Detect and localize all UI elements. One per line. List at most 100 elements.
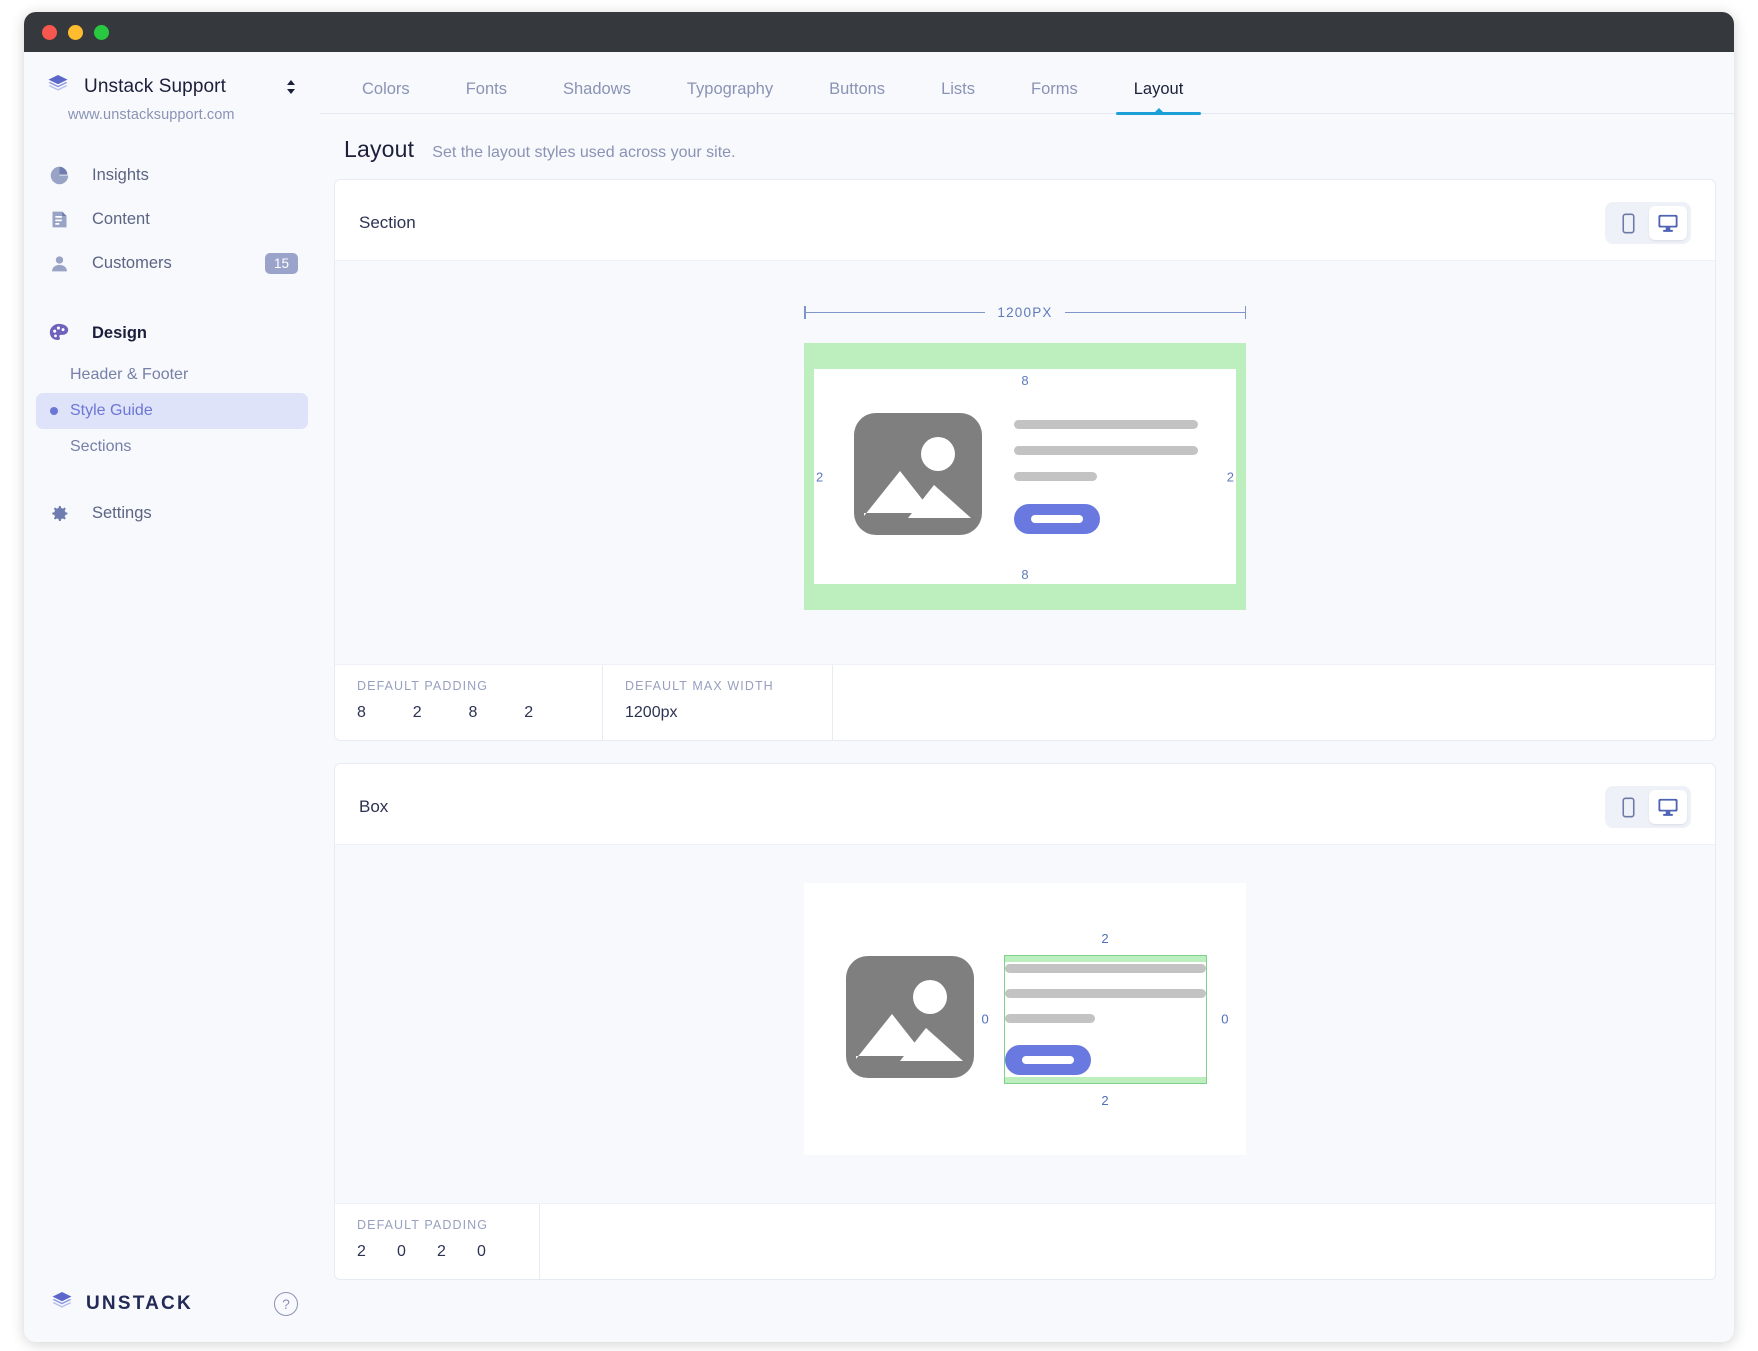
padding-label-top: 8 bbox=[1021, 373, 1028, 388]
content-scroll-area[interactable]: Layout Set the layout styles used across… bbox=[320, 114, 1734, 1342]
question-mark-icon[interactable]: ? bbox=[274, 1292, 298, 1316]
text-line-placeholder bbox=[1005, 964, 1206, 973]
sidebar-item-style-guide[interactable]: Style Guide bbox=[36, 393, 308, 429]
box-device-toggle bbox=[1605, 786, 1691, 828]
pie-chart-icon bbox=[48, 164, 70, 186]
customers-count-badge: 15 bbox=[265, 253, 298, 274]
active-indicator-dot bbox=[50, 407, 58, 415]
sidebar-item-settings[interactable]: Settings bbox=[24, 491, 320, 535]
ruler-line-left bbox=[806, 312, 986, 314]
chevron-up-down-icon[interactable] bbox=[284, 77, 298, 97]
site-url: www.unstacksupport.com bbox=[24, 101, 320, 123]
sidebar-item-label: Insights bbox=[92, 166, 149, 185]
sidebar: Unstack Support www.unstacksupport.com bbox=[24, 52, 320, 1342]
tab-forms[interactable]: Forms bbox=[1003, 81, 1106, 114]
sidebar-item-design[interactable]: Design bbox=[24, 311, 320, 355]
sidebar-item-label: Settings bbox=[92, 504, 152, 523]
button-placeholder bbox=[1014, 504, 1100, 534]
ruler-label: 1200PX bbox=[985, 305, 1064, 320]
sidebar-nav: Insights Content bbox=[24, 153, 320, 535]
padding-value-left: 2 bbox=[524, 704, 580, 722]
tab-shadows[interactable]: Shadows bbox=[535, 81, 659, 114]
text-line-placeholder bbox=[1005, 989, 1206, 998]
section-max-width-value: 1200px bbox=[625, 704, 810, 722]
layers-logo-icon bbox=[46, 72, 70, 101]
padding-value-right: 0 bbox=[397, 1243, 437, 1261]
layers-logo-icon bbox=[50, 1289, 74, 1318]
section-inner-content bbox=[814, 369, 1236, 584]
box-settings-empty-cell bbox=[540, 1204, 1715, 1279]
padding-label-left: 2 bbox=[816, 469, 823, 484]
padding-value-bottom: 2 bbox=[437, 1243, 477, 1261]
padding-label-bottom: 8 bbox=[1021, 567, 1028, 582]
minimize-window-button[interactable] bbox=[68, 25, 83, 40]
sidebar-item-header-footer[interactable]: Header & Footer bbox=[36, 357, 308, 393]
box-card-title: Box bbox=[359, 797, 388, 817]
site-switcher[interactable]: Unstack Support bbox=[24, 52, 320, 101]
text-placeholder-group bbox=[1005, 962, 1206, 1077]
section-card: Section bbox=[334, 179, 1716, 741]
padding-value-top: 8 bbox=[357, 704, 413, 722]
box-preview: 2 2 0 0 bbox=[335, 844, 1715, 1204]
padding-value-bottom: 8 bbox=[469, 704, 525, 722]
section-settings-empty-cell bbox=[833, 665, 1715, 740]
padding-label-bottom: 2 bbox=[1101, 1093, 1108, 1108]
brand-name: UNSTACK bbox=[86, 1293, 193, 1315]
desktop-monitor-icon[interactable] bbox=[1649, 206, 1687, 240]
section-settings-table: DEFAULT PADDING 8 2 8 2 DEFAULT MAX WIDT… bbox=[335, 665, 1715, 740]
tab-buttons[interactable]: Buttons bbox=[801, 81, 913, 114]
page-subtitle: Set the layout styles used across your s… bbox=[432, 144, 735, 162]
text-line-placeholder bbox=[1014, 420, 1198, 429]
section-device-toggle bbox=[1605, 202, 1691, 244]
sidebar-item-insights[interactable]: Insights bbox=[24, 153, 320, 197]
padding-value-right: 2 bbox=[413, 704, 469, 722]
sidebar-item-label: Design bbox=[92, 324, 147, 343]
box-padding-diagram: 2 2 0 0 bbox=[1004, 955, 1207, 1084]
window-titlebar bbox=[24, 12, 1734, 52]
section-default-padding-cell[interactable]: DEFAULT PADDING 8 2 8 2 bbox=[335, 665, 603, 740]
box-default-padding-cell[interactable]: DEFAULT PADDING 2 0 2 0 bbox=[335, 1204, 540, 1279]
close-window-button[interactable] bbox=[42, 25, 57, 40]
design-subnav: Header & Footer Style Guide Sections bbox=[24, 357, 320, 465]
section-card-title: Section bbox=[359, 213, 416, 233]
text-line-placeholder bbox=[1014, 472, 1097, 481]
box-settings-table: DEFAULT PADDING 2 0 2 0 bbox=[335, 1204, 1715, 1279]
desktop-monitor-icon[interactable] bbox=[1649, 790, 1687, 824]
section-card-header: Section bbox=[335, 180, 1715, 260]
document-icon bbox=[48, 208, 70, 230]
tab-lists[interactable]: Lists bbox=[913, 81, 1003, 114]
sidebar-item-customers[interactable]: Customers 15 bbox=[24, 241, 320, 285]
max-width-ruler: 1200PX bbox=[804, 305, 1246, 320]
sidebar-subitem-label: Header & Footer bbox=[70, 366, 188, 384]
tab-colors[interactable]: Colors bbox=[334, 81, 438, 114]
user-icon bbox=[48, 252, 70, 274]
mobile-phone-icon[interactable] bbox=[1609, 206, 1647, 240]
mobile-phone-icon[interactable] bbox=[1609, 790, 1647, 824]
sidebar-item-label: Customers bbox=[92, 254, 172, 273]
box-card: Box bbox=[334, 763, 1716, 1280]
section-padding-diagram: 8 8 2 2 bbox=[804, 343, 1246, 610]
padding-value-left: 0 bbox=[477, 1243, 517, 1261]
sidebar-item-label: Content bbox=[92, 210, 150, 229]
button-placeholder bbox=[1005, 1045, 1091, 1075]
padding-value-top: 2 bbox=[357, 1243, 397, 1261]
sidebar-item-content[interactable]: Content bbox=[24, 197, 320, 241]
tab-fonts[interactable]: Fonts bbox=[438, 81, 535, 114]
padding-label-left: 0 bbox=[982, 1012, 989, 1027]
text-line-placeholder bbox=[1014, 446, 1198, 455]
section-max-width-label: DEFAULT MAX WIDTH bbox=[625, 679, 810, 693]
section-padding-label: DEFAULT PADDING bbox=[357, 679, 580, 693]
section-max-width-cell[interactable]: DEFAULT MAX WIDTH 1200px bbox=[603, 665, 833, 740]
tab-layout[interactable]: Layout bbox=[1106, 81, 1212, 114]
box-padding-area bbox=[1004, 955, 1207, 1084]
ruler-cap-right bbox=[1245, 306, 1247, 319]
tab-typography[interactable]: Typography bbox=[659, 81, 801, 114]
palette-icon bbox=[48, 322, 70, 344]
page-header: Layout Set the layout styles used across… bbox=[334, 114, 1716, 179]
maximize-window-button[interactable] bbox=[94, 25, 109, 40]
page-title: Layout bbox=[344, 136, 414, 163]
sidebar-item-sections[interactable]: Sections bbox=[36, 429, 308, 465]
text-placeholder-group bbox=[1014, 420, 1198, 534]
ruler-line-right bbox=[1065, 312, 1245, 314]
sidebar-footer: UNSTACK ? bbox=[24, 1289, 320, 1342]
